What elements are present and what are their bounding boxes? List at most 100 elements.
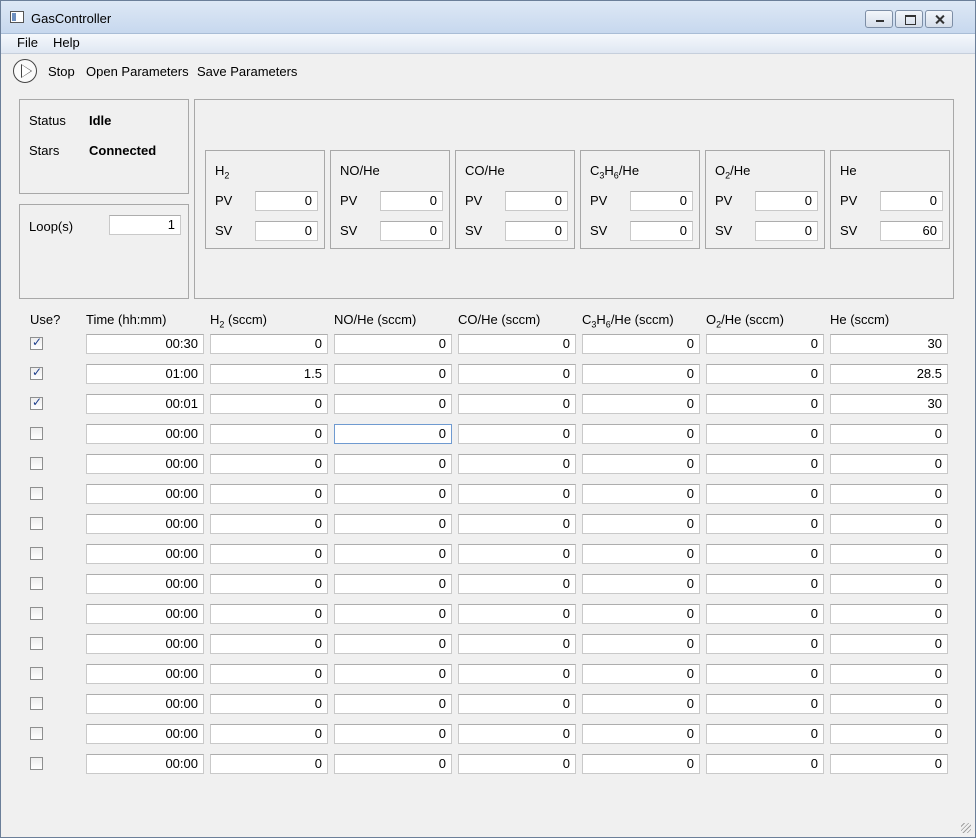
h2-cell[interactable]: 0: [210, 754, 328, 774]
c3h6he-cell[interactable]: 0: [582, 334, 700, 354]
h2-cell[interactable]: 0: [210, 664, 328, 684]
he-cell[interactable]: 0: [830, 424, 948, 444]
he-cell[interactable]: 0: [830, 544, 948, 564]
c3h6he-cell[interactable]: 0: [582, 544, 700, 564]
nohe-cell[interactable]: 0: [334, 664, 452, 684]
o2he-cell[interactable]: 0: [706, 334, 824, 354]
use-checkbox[interactable]: [30, 607, 43, 620]
c3h6he-cell[interactable]: 0: [582, 724, 700, 744]
time-cell[interactable]: 00:00: [86, 694, 204, 714]
he-cell[interactable]: 0: [830, 724, 948, 744]
c3h6he-cell[interactable]: 0: [582, 514, 700, 534]
c3h6he-cell[interactable]: 0: [582, 364, 700, 384]
o2he-cell[interactable]: 0: [706, 634, 824, 654]
h2-cell[interactable]: 0: [210, 544, 328, 564]
time-cell[interactable]: 00:00: [86, 604, 204, 624]
cohe-cell[interactable]: 0: [458, 514, 576, 534]
maximize-button[interactable]: [895, 10, 923, 28]
cohe-cell[interactable]: 0: [458, 574, 576, 594]
nohe-cell[interactable]: 0: [334, 694, 452, 714]
h2-cell[interactable]: 0: [210, 694, 328, 714]
menu-help[interactable]: Help: [53, 35, 80, 50]
o2he-cell[interactable]: 0: [706, 454, 824, 474]
o2he-cell[interactable]: 0: [706, 364, 824, 384]
cohe-cell[interactable]: 0: [458, 754, 576, 774]
o2he-cell[interactable]: 0: [706, 724, 824, 744]
nohe-cell[interactable]: 0: [334, 514, 452, 534]
nohe-pv-input[interactable]: 0: [380, 191, 443, 211]
nohe-cell[interactable]: 0: [334, 394, 452, 414]
use-checkbox[interactable]: [30, 365, 43, 380]
h2-cell[interactable]: 0: [210, 724, 328, 744]
use-checkbox[interactable]: [30, 457, 43, 470]
h2-cell[interactable]: 0: [210, 514, 328, 534]
time-cell[interactable]: 00:00: [86, 454, 204, 474]
h2-cell[interactable]: 0: [210, 424, 328, 444]
he-cell[interactable]: 0: [830, 514, 948, 534]
o2he-cell[interactable]: 0: [706, 424, 824, 444]
play-circle-icon[interactable]: [13, 59, 37, 83]
cohe-cell[interactable]: 0: [458, 604, 576, 624]
he-cell[interactable]: 0: [830, 664, 948, 684]
he-cell[interactable]: 0: [830, 484, 948, 504]
o2he-cell[interactable]: 0: [706, 484, 824, 504]
cohe-cell[interactable]: 0: [458, 454, 576, 474]
c3h6he-cell[interactable]: 0: [582, 664, 700, 684]
menu-file[interactable]: File: [17, 35, 38, 50]
time-cell[interactable]: 00:01: [86, 394, 204, 414]
nohe-sv-input[interactable]: 0: [380, 221, 443, 241]
cohe-cell[interactable]: 0: [458, 724, 576, 744]
use-checkbox[interactable]: [30, 667, 43, 680]
o2he-cell[interactable]: 0: [706, 544, 824, 564]
cohe-cell[interactable]: 0: [458, 364, 576, 384]
open-parameters-button[interactable]: Open Parameters: [86, 64, 189, 79]
o2he-cell[interactable]: 0: [706, 664, 824, 684]
o2he-cell[interactable]: 0: [706, 754, 824, 774]
time-cell[interactable]: 00:00: [86, 634, 204, 654]
nohe-cell[interactable]: 0: [334, 454, 452, 474]
h2-cell[interactable]: 0: [210, 334, 328, 354]
c3h6he-cell[interactable]: 0: [582, 484, 700, 504]
he-sv-input[interactable]: 60: [880, 221, 943, 241]
nohe-cell[interactable]: 0: [334, 754, 452, 774]
h2-cell[interactable]: 0: [210, 394, 328, 414]
time-cell[interactable]: 00:00: [86, 574, 204, 594]
use-checkbox[interactable]: [30, 487, 43, 500]
cohe-cell[interactable]: 0: [458, 484, 576, 504]
he-cell[interactable]: 30: [830, 334, 948, 354]
use-checkbox[interactable]: [30, 577, 43, 590]
time-cell[interactable]: 00:00: [86, 514, 204, 534]
minimize-button[interactable]: [865, 10, 893, 28]
nohe-cell[interactable]: 0: [334, 634, 452, 654]
nohe-cell[interactable]: 0: [334, 484, 452, 504]
he-cell[interactable]: 0: [830, 604, 948, 624]
cohe-pv-input[interactable]: 0: [505, 191, 568, 211]
he-pv-input[interactable]: 0: [880, 191, 943, 211]
use-checkbox[interactable]: [30, 637, 43, 650]
he-cell[interactable]: 30: [830, 394, 948, 414]
use-checkbox[interactable]: [30, 427, 43, 440]
c3h6he-cell[interactable]: 0: [582, 604, 700, 624]
h2-cell[interactable]: 0: [210, 484, 328, 504]
nohe-cell[interactable]: 0: [334, 424, 452, 444]
time-cell[interactable]: 00:30: [86, 334, 204, 354]
c3h6he-cell[interactable]: 0: [582, 454, 700, 474]
resize-grip-icon[interactable]: [961, 823, 971, 833]
c3h6he-cell[interactable]: 0: [582, 574, 700, 594]
use-checkbox[interactable]: [30, 727, 43, 740]
title-bar[interactable]: GasController: [1, 1, 975, 34]
nohe-cell[interactable]: 0: [334, 724, 452, 744]
c3h6he-pv-input[interactable]: 0: [630, 191, 693, 211]
o2he-cell[interactable]: 0: [706, 394, 824, 414]
cohe-cell[interactable]: 0: [458, 334, 576, 354]
cohe-cell[interactable]: 0: [458, 634, 576, 654]
use-checkbox[interactable]: [30, 547, 43, 560]
time-cell[interactable]: 00:00: [86, 754, 204, 774]
time-cell[interactable]: 00:00: [86, 424, 204, 444]
he-cell[interactable]: 0: [830, 454, 948, 474]
cohe-cell[interactable]: 0: [458, 694, 576, 714]
h2-pv-input[interactable]: 0: [255, 191, 318, 211]
nohe-cell[interactable]: 0: [334, 574, 452, 594]
o2he-cell[interactable]: 0: [706, 574, 824, 594]
he-cell[interactable]: 0: [830, 754, 948, 774]
